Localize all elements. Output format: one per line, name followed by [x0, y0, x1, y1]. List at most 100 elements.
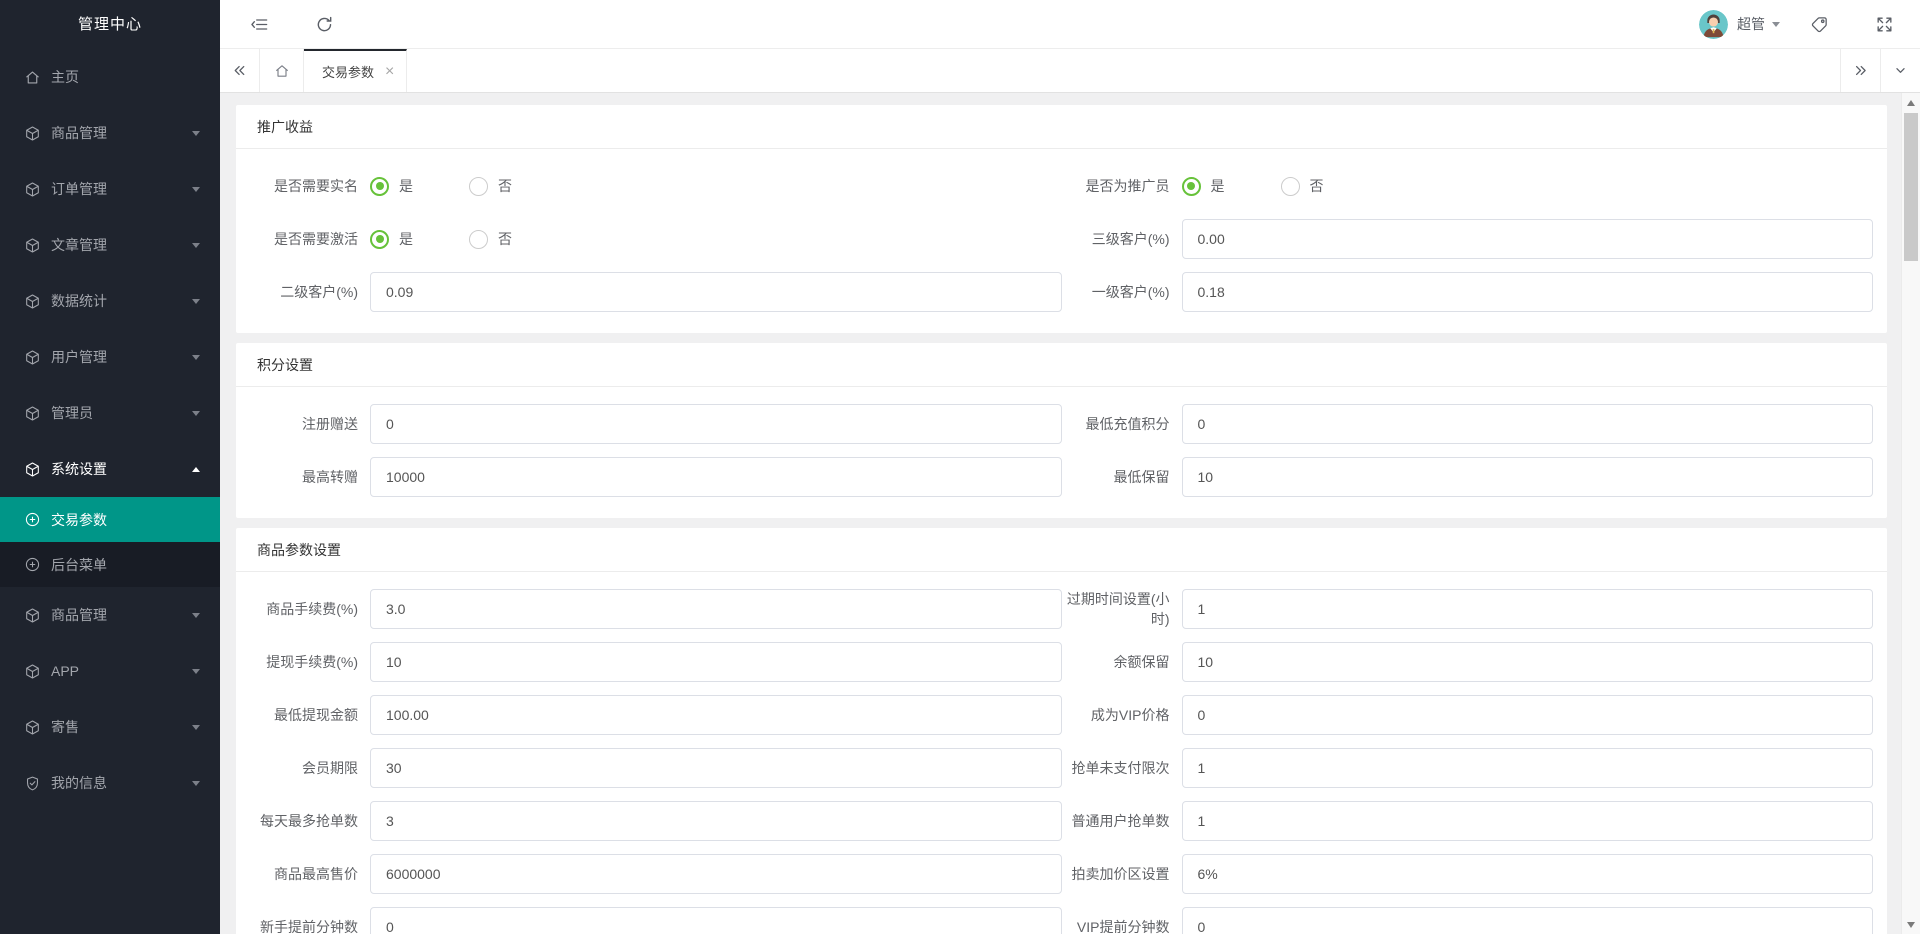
text-input[interactable] [1181, 695, 1873, 735]
text-input[interactable] [370, 854, 1062, 894]
sidebar-item-backend-menu[interactable]: 后台菜单 [0, 542, 220, 587]
text-input[interactable] [370, 801, 1062, 841]
field-label: 是否为推广员 [1085, 178, 1170, 194]
radio-option[interactable]: 否 [469, 229, 512, 249]
text-input[interactable] [1181, 219, 1873, 259]
text-input[interactable] [370, 748, 1062, 788]
text-input[interactable] [370, 404, 1062, 444]
radio-option[interactable]: 否 [1280, 176, 1324, 196]
card-body: 商品手续费(%) 过期时间设置(小时) 提现手续费(%) 余额保留最低提现金额 成为VI… [236, 572, 1887, 934]
field-control [370, 404, 1062, 444]
tab-bar: 交易参数 × [220, 49, 1920, 93]
text-input[interactable] [370, 642, 1062, 682]
tab-options-icon[interactable] [1880, 49, 1920, 92]
radio-label: 否 [498, 231, 512, 247]
sidebar-item-system-settings[interactable]: 系统设置 [0, 441, 220, 497]
tab-home[interactable] [260, 49, 304, 92]
scrollbar-down-arrow[interactable] [1902, 917, 1920, 932]
sidebar-item-my-info[interactable]: 我的信息 [0, 755, 220, 811]
form-field: 是否需要激活是否 [236, 219, 1062, 259]
text-input[interactable] [1181, 404, 1873, 444]
fullscreen-icon[interactable] [1875, 15, 1894, 34]
text-input[interactable] [1181, 854, 1873, 894]
radio-label: 否 [1309, 178, 1324, 194]
sidebar-item-trade-params[interactable]: 交易参数 [0, 497, 220, 542]
text-input[interactable] [370, 457, 1062, 497]
refresh-icon[interactable] [315, 15, 334, 34]
field-control [1181, 219, 1873, 259]
scrollbar[interactable] [1901, 93, 1920, 934]
settings-form: 推广收益是否需要实名是否是否为推广员是否是否需要激活是否三级客户(%)二级客户(… [220, 93, 1920, 934]
field-label: 过期时间设置(小时) [1066, 591, 1170, 627]
field-control [370, 272, 1062, 312]
form-row: 是否需要实名是否是否为推广员是否 [236, 166, 1887, 206]
form-field: 过期时间设置(小时) [1062, 589, 1888, 629]
sidebar-item-data-stats[interactable]: 数据统计 [0, 273, 220, 329]
field-label: 提现手续费(%) [266, 654, 358, 670]
sidebar-toggle-icon[interactable] [250, 15, 269, 34]
text-input[interactable] [370, 695, 1062, 735]
form-field: 最低提现金额 [236, 695, 1062, 735]
sidebar-item-label: 管理员 [51, 405, 93, 421]
form-field: 会员期限 [236, 748, 1062, 788]
sidebar-item-home[interactable]: 主页 [0, 49, 220, 105]
scroll-tabs-left-icon[interactable] [220, 49, 260, 92]
cube-icon [24, 607, 41, 624]
sidebar-item-label: 商品管理 [51, 607, 107, 623]
sidebar-item-goods-manage[interactable]: 商品管理 [0, 105, 220, 161]
radio-option[interactable]: 是 [370, 176, 413, 196]
user-menu[interactable]: 超管 [1699, 9, 1780, 39]
sidebar-item-article-manage[interactable]: 文章管理 [0, 217, 220, 273]
cube-icon [24, 405, 41, 422]
radio-label: 否 [498, 178, 512, 194]
cube-icon [24, 293, 41, 310]
radio-option[interactable]: 否 [469, 176, 512, 196]
text-input[interactable] [370, 589, 1062, 629]
radio-label: 是 [1210, 178, 1225, 194]
field-label: 新手提前分钟数 [260, 919, 358, 934]
close-icon[interactable]: × [385, 63, 394, 80]
field-label: 最低提现金额 [274, 707, 358, 723]
field-label: 商品手续费(%) [266, 601, 358, 617]
field-label: 抢单未支付限次 [1071, 760, 1170, 776]
tag-icon[interactable] [1810, 15, 1829, 34]
scrollbar-up-arrow[interactable] [1902, 95, 1920, 110]
radio-option[interactable]: 是 [1181, 176, 1225, 196]
form-field: 一级客户(%) [1062, 272, 1888, 312]
text-input[interactable] [1181, 801, 1873, 841]
form-row: 二级客户(%) 一级客户(%) [236, 272, 1887, 312]
field-label: 最高转赠 [302, 469, 358, 485]
form-field: 最低充值积分 [1062, 404, 1888, 444]
sidebar-item-label: 商品管理 [51, 125, 107, 141]
text-input[interactable] [1181, 748, 1873, 788]
sidebar-item-goods-manage-2[interactable]: 商品管理 [0, 587, 220, 643]
text-input[interactable] [1181, 457, 1873, 497]
tab-trade-params[interactable]: 交易参数 × [304, 49, 408, 92]
cube-icon [24, 461, 41, 478]
sidebar-item-consignment[interactable]: 寄售 [0, 699, 220, 755]
sidebar-item-app[interactable]: APP [0, 643, 220, 699]
form-field: 拍卖加价区设置 [1062, 854, 1888, 894]
form-row: 最低提现金额 成为VIP价格 [236, 695, 1887, 735]
text-input[interactable] [1181, 907, 1873, 934]
top-bar: 超管 [220, 0, 1920, 49]
radio-circle-icon [1280, 176, 1300, 196]
text-input[interactable] [370, 907, 1062, 934]
sidebar-item-admin[interactable]: 管理员 [0, 385, 220, 441]
sidebar-item-label: 主页 [51, 69, 79, 85]
scroll-tabs-right-icon[interactable] [1840, 49, 1880, 92]
text-input[interactable] [370, 272, 1062, 312]
cube-icon [24, 237, 41, 254]
sidebar-item-user-manage[interactable]: 用户管理 [0, 329, 220, 385]
radio-option[interactable]: 是 [370, 229, 413, 249]
form-field: 三级客户(%) [1062, 219, 1888, 259]
field-control [1181, 854, 1873, 894]
field-control [370, 589, 1062, 629]
text-input[interactable] [1181, 272, 1873, 312]
scrollbar-thumb[interactable] [1904, 113, 1918, 261]
text-input[interactable] [1181, 589, 1873, 629]
sidebar-item-order-manage[interactable]: 订单管理 [0, 161, 220, 217]
field-control [1181, 907, 1873, 934]
card-1: 积分设置注册赠送 最低充值积分最高转赠 最低保留 [236, 343, 1887, 518]
text-input[interactable] [1181, 642, 1873, 682]
